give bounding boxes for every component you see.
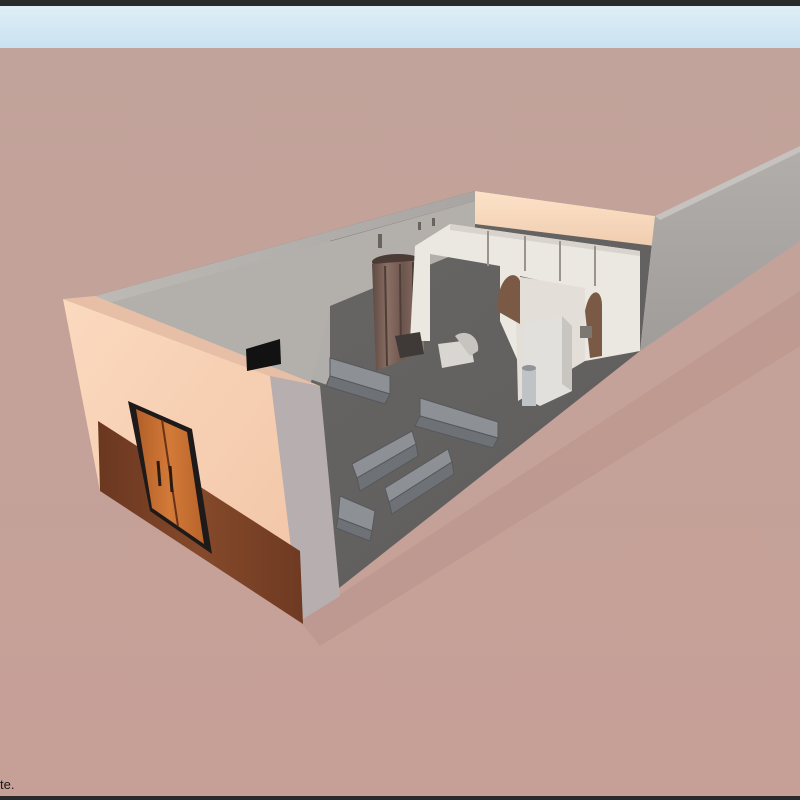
water-dispenser <box>522 316 572 406</box>
door-handle-left <box>156 460 162 487</box>
sky <box>0 6 800 48</box>
3d-viewport[interactable]: te. <box>0 0 800 800</box>
door-handle-right <box>168 465 174 493</box>
status-text: te. <box>0 777 15 792</box>
window-bottom-bar <box>0 796 800 800</box>
scene-render[interactable] <box>0 6 800 796</box>
